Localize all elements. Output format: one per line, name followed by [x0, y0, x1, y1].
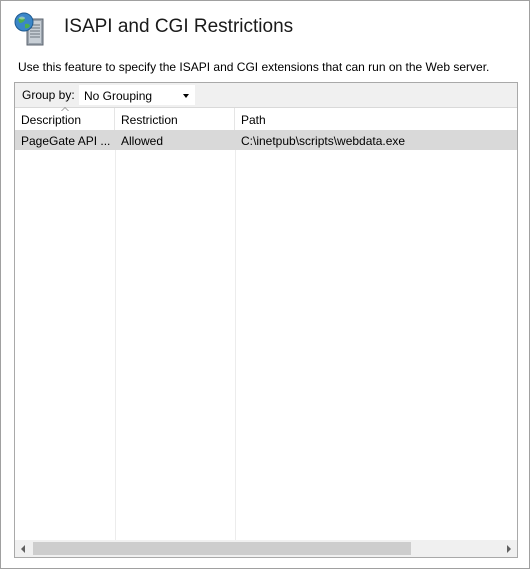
server-globe-icon [14, 12, 44, 46]
table-body: PageGate API ... Allowed C:\inetpub\scri… [15, 130, 517, 541]
column-header-label: Path [241, 113, 266, 127]
cell-description: PageGate API ... [21, 134, 111, 148]
scroll-left-button[interactable] [15, 540, 32, 557]
restrictions-list-panel: Group by: No Grouping Description Restri… [14, 82, 518, 558]
page-title: ISAPI and CGI Restrictions [64, 16, 294, 37]
column-header-label: Description [21, 113, 82, 127]
scroll-right-button[interactable] [500, 540, 517, 557]
column-header-path[interactable]: Path [235, 108, 517, 130]
column-header-restriction[interactable]: Restriction [115, 108, 235, 130]
column-header-description[interactable]: Description [15, 107, 115, 130]
group-by-value: No Grouping [84, 89, 153, 103]
column-divider [115, 130, 116, 541]
arrow-left-icon [21, 545, 25, 553]
sort-ascending-icon [61, 107, 69, 111]
scroll-thumb[interactable] [33, 542, 411, 555]
page-header: ISAPI and CGI Restrictions [13, 11, 513, 51]
group-by-dropdown[interactable]: No Grouping [79, 85, 195, 105]
column-header-label: Restriction [121, 113, 178, 127]
grouping-toolbar: Group by: No Grouping [15, 83, 517, 108]
column-header-row: Description Restriction Path [15, 107, 517, 130]
feature-description: Use this feature to specify the ISAPI an… [18, 60, 490, 74]
table-row[interactable]: PageGate API ... Allowed C:\inetpub\scri… [15, 130, 517, 150]
arrow-right-icon [507, 545, 511, 553]
column-divider [235, 130, 236, 541]
feature-page: ISAPI and CGI Restrictions Use this feat… [0, 0, 530, 569]
cell-path: C:\inetpub\scripts\webdata.exe [241, 134, 406, 148]
group-by-label: Group by: [22, 88, 75, 102]
chevron-down-icon[interactable] [183, 94, 189, 98]
cell-restriction: Allowed [121, 134, 164, 148]
horizontal-scrollbar[interactable] [15, 540, 517, 557]
